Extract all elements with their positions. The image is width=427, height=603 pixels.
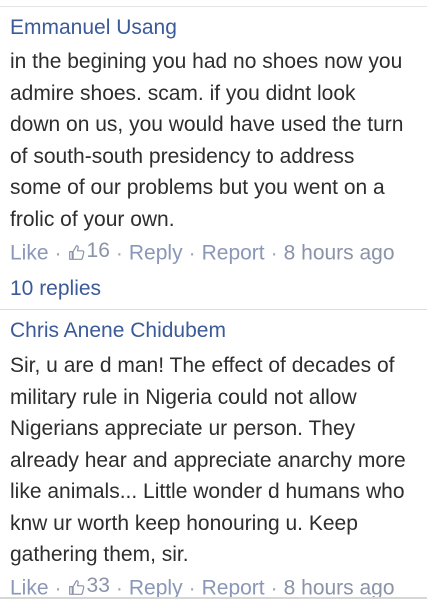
comment-actions: Like · 16 · Reply · Report · 8 hours ago bbox=[10, 237, 395, 268]
view-replies-link[interactable]: 10 replies bbox=[10, 275, 101, 303]
separator-dot: · bbox=[115, 241, 123, 265]
like-button[interactable]: Like bbox=[10, 242, 49, 265]
comment-timestamp: 8 hours ago bbox=[283, 241, 395, 265]
like-count-value: 33 bbox=[86, 574, 110, 597]
like-count[interactable]: 16 bbox=[68, 237, 110, 265]
thumbs-up-icon bbox=[68, 579, 84, 595]
separator-dot: · bbox=[188, 241, 196, 265]
like-count-value: 16 bbox=[86, 239, 110, 262]
separator-dot: · bbox=[54, 241, 62, 265]
thumbs-up-icon bbox=[68, 244, 84, 260]
separator-dot: · bbox=[270, 241, 278, 265]
top-divider bbox=[0, 6, 427, 7]
comment-text: in the begining you had no shoes now you… bbox=[10, 50, 404, 231]
report-button[interactable]: Report bbox=[202, 242, 265, 265]
comment-divider bbox=[0, 309, 427, 310]
comment-author-link[interactable]: Emmanuel Usang bbox=[10, 14, 177, 42]
comment-author-link[interactable]: Chris Anene Chidubem bbox=[10, 317, 226, 345]
reply-button[interactable]: Reply bbox=[129, 242, 183, 265]
comment-text: Sir, u are d man! The effect of decades … bbox=[10, 354, 406, 566]
like-count[interactable]: 33 bbox=[68, 572, 110, 600]
